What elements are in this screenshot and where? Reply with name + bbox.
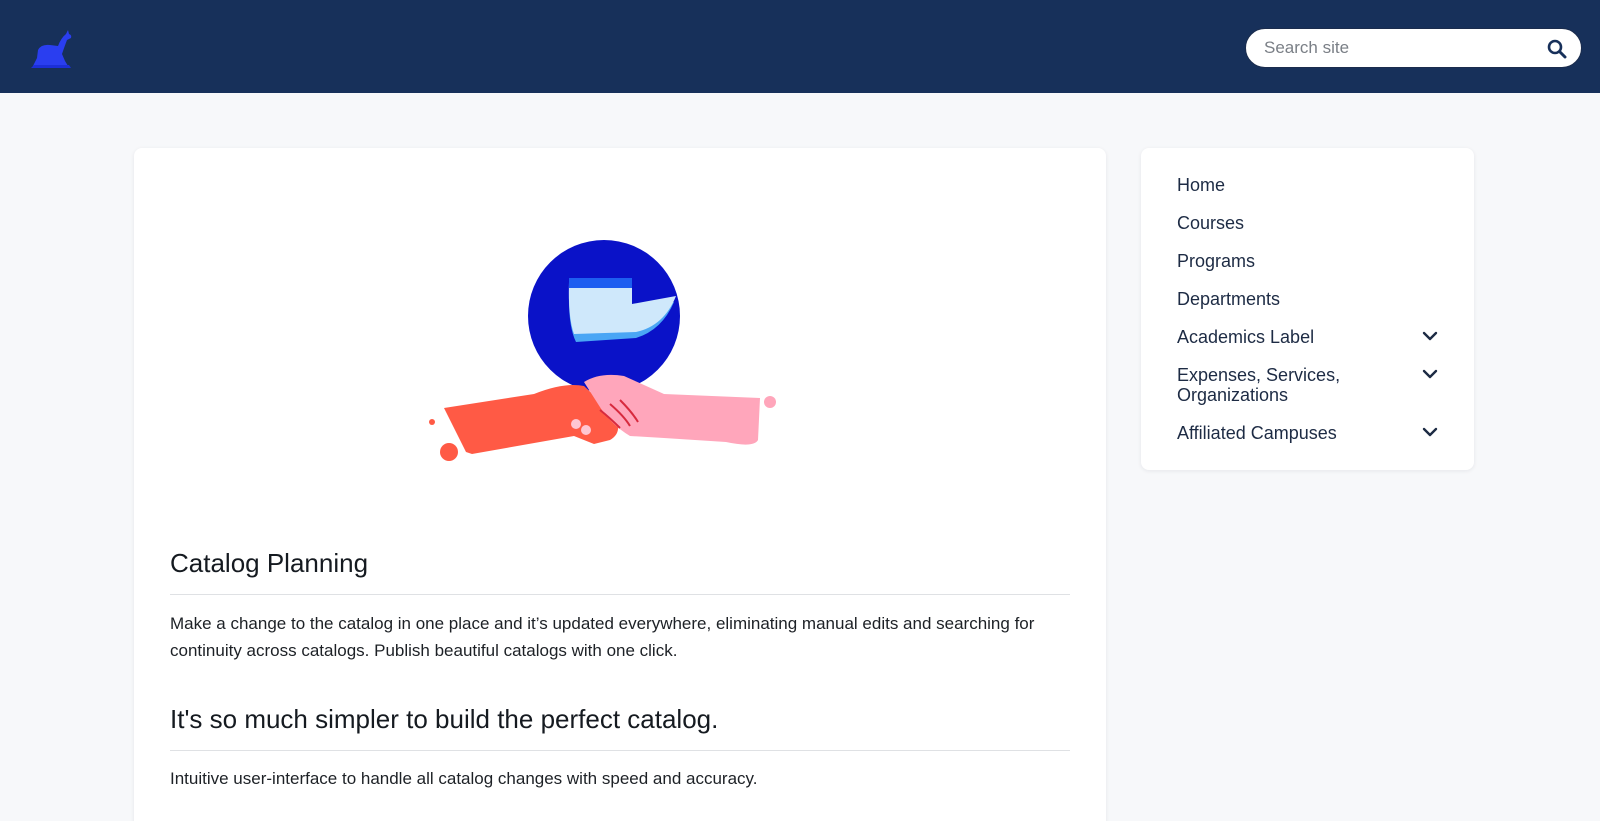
section-body-catalog-planning: Make a change to the catalog in one plac… xyxy=(170,614,1035,660)
content-card: Catalog Planning Make a change to the ca… xyxy=(134,148,1106,821)
chevron-down-icon[interactable] xyxy=(1421,327,1439,345)
handshake-illustration xyxy=(429,240,776,461)
sidebar-item-label: Home xyxy=(1177,175,1226,195)
sidebar-item-label: Expenses, Services, Organizations xyxy=(1177,365,1341,405)
heading-divider xyxy=(170,750,1070,751)
sidebar-item-label: Academics Label xyxy=(1177,327,1315,347)
sidebar-item-courses[interactable]: Courses xyxy=(1177,213,1447,233)
sidebar-item-label: Programs xyxy=(1177,251,1256,271)
site-header xyxy=(0,0,1600,93)
chevron-down-icon[interactable] xyxy=(1421,423,1439,441)
section-heading-catalog-planning: Catalog Planning xyxy=(170,548,369,578)
section-heading-simpler: It's so much simpler to build the perfec… xyxy=(170,704,719,734)
heading-divider xyxy=(170,594,1070,595)
sidebar-item-expenses-services-organizations[interactable]: Expenses, Services, Organizations xyxy=(1177,365,1447,405)
sidebar-item-label: Departments xyxy=(1177,289,1281,309)
search-input[interactable] xyxy=(1264,29,1534,67)
sidebar-item-label: Affiliated Campuses xyxy=(1177,423,1337,443)
sidebar-item-home[interactable]: Home xyxy=(1177,175,1447,195)
search-box xyxy=(1245,28,1582,68)
section-body-simpler: Intuitive user-interface to handle all c… xyxy=(170,769,758,788)
greyhound-logo-icon[interactable] xyxy=(28,28,74,70)
sidebar-item-academics-label[interactable]: Academics Label xyxy=(1177,327,1447,347)
sidebar-item-departments[interactable]: Departments xyxy=(1177,289,1447,309)
sidebar-item-label: Courses xyxy=(1177,213,1245,233)
sidebar-item-affiliated-campuses[interactable]: Affiliated Campuses xyxy=(1177,423,1447,443)
chevron-down-icon[interactable] xyxy=(1421,365,1439,383)
sidebar-item-programs[interactable]: Programs xyxy=(1177,251,1447,271)
sidebar-nav: Home Courses Programs Departments Academ… xyxy=(1141,148,1474,470)
search-icon[interactable] xyxy=(1547,39,1567,59)
